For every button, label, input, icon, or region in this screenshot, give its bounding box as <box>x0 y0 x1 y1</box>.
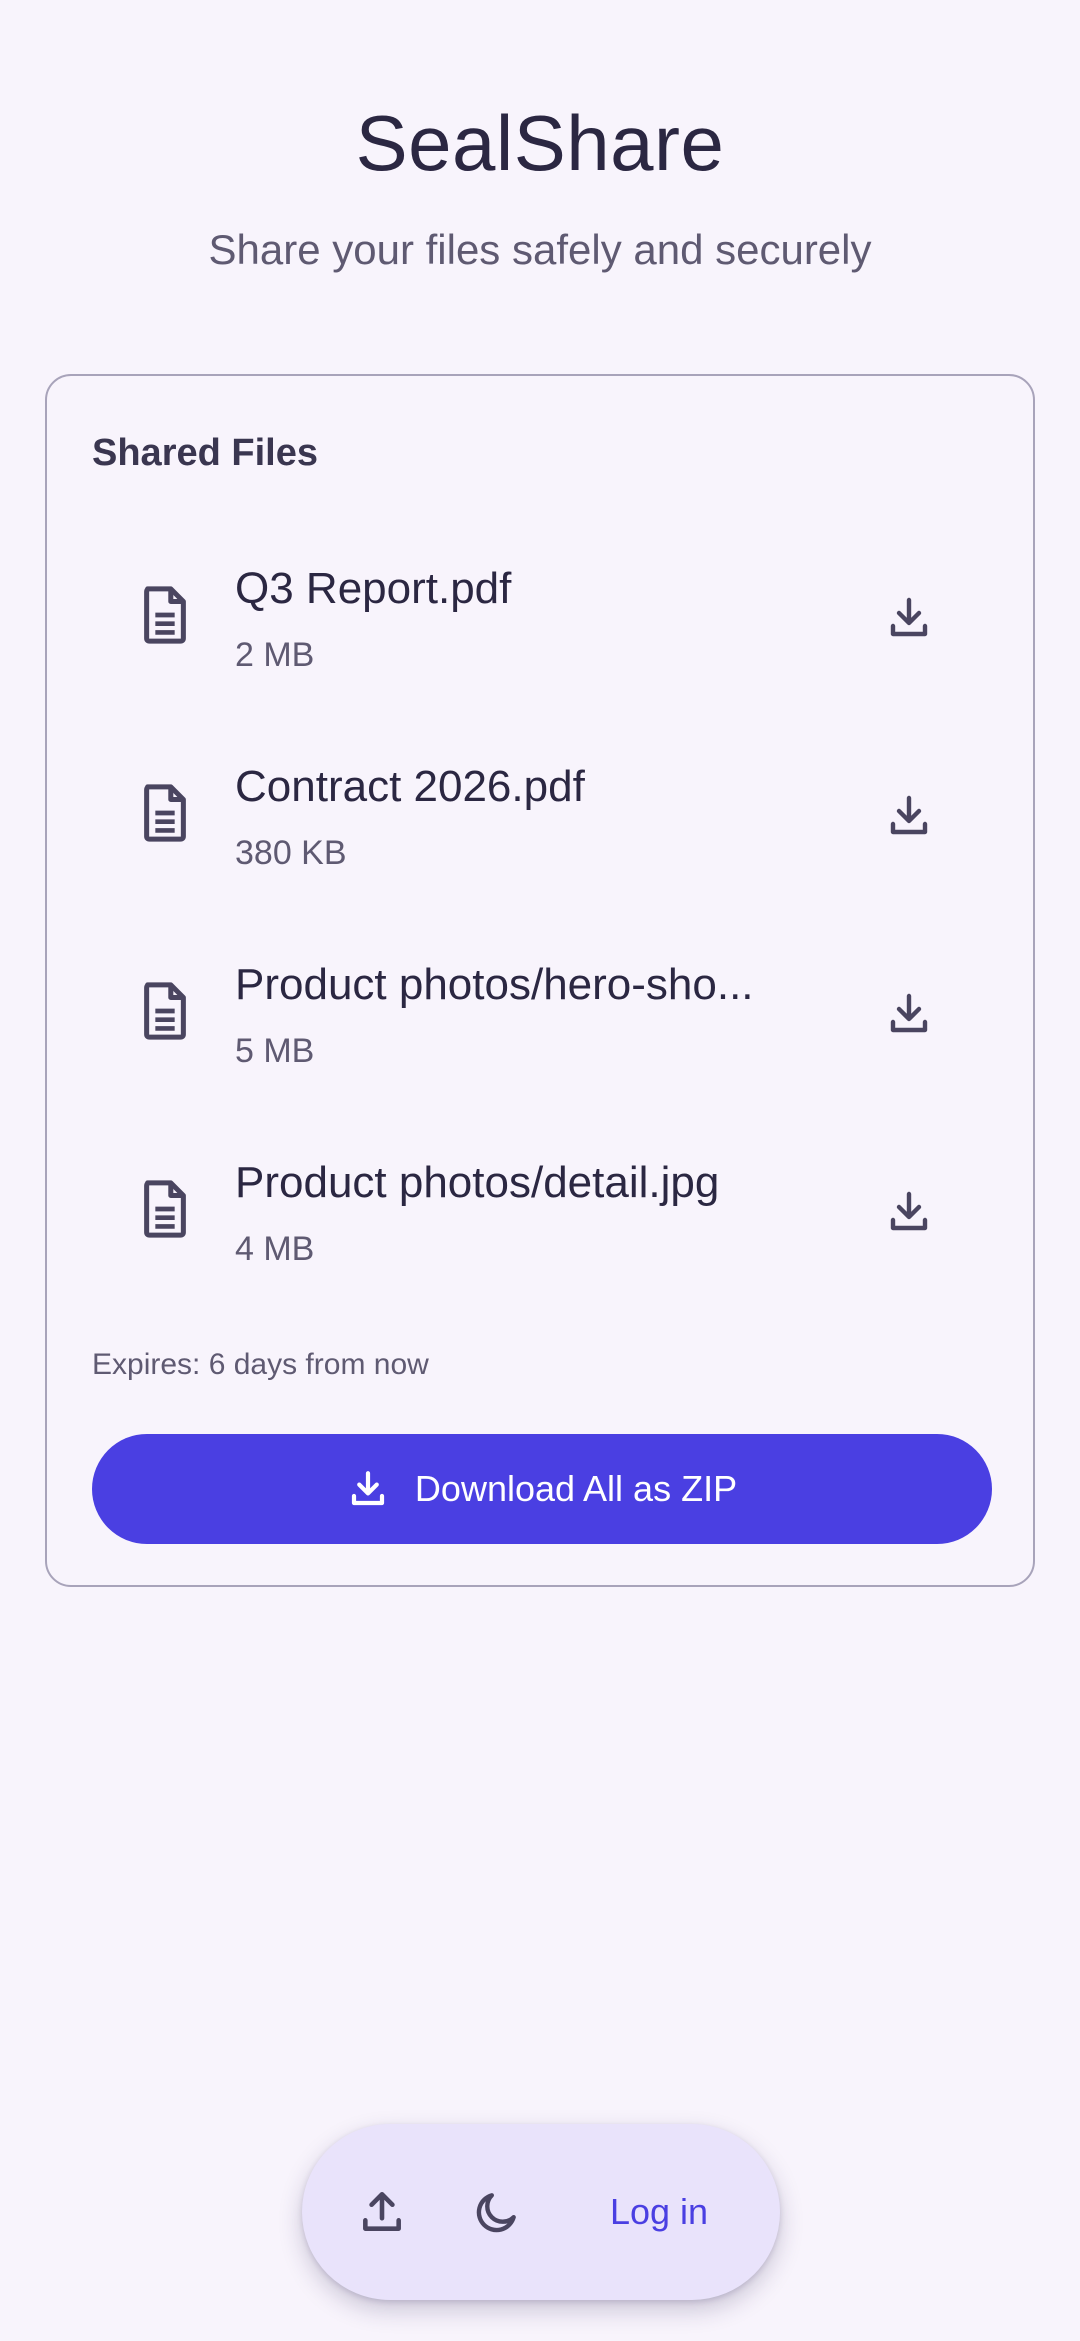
download-icon <box>890 1191 928 1231</box>
download-icon <box>890 795 928 835</box>
file-size: 4 MB <box>235 1230 315 1268</box>
download-file-button[interactable] <box>869 974 949 1054</box>
file-size: 2 MB <box>235 636 315 674</box>
download-icon <box>890 993 928 1033</box>
download-file-button[interactable] <box>869 1172 949 1252</box>
document-icon <box>144 982 186 1040</box>
login-button[interactable]: Log in <box>584 2182 734 2242</box>
download-all-label: Download All as ZIP <box>414 1468 738 1509</box>
card-title: Shared Files <box>92 432 318 474</box>
download-file-button[interactable] <box>869 578 949 658</box>
expiry-note: Expires: 6 days from now <box>92 1348 429 1381</box>
app-subtitle: Share your files safely and securely <box>208 226 872 273</box>
upload-icon <box>363 2192 401 2231</box>
download-icon <box>351 1471 385 1506</box>
download-icon <box>890 597 928 637</box>
file-name: Q3 Report.pdf <box>235 564 512 613</box>
file-name: Product photos/detail.jpg <box>235 1158 720 1207</box>
download-file-button[interactable] <box>869 776 949 856</box>
document-icon <box>144 1180 186 1238</box>
file-name: Product photos/hero-sho... <box>235 960 754 1009</box>
theme-toggle-button[interactable] <box>457 2172 537 2252</box>
file-size: 5 MB <box>235 1032 315 1070</box>
file-size: 380 KB <box>235 834 347 872</box>
shared-files-card: Shared Files Q3 Report.pdf 2 MB Contract… <box>45 374 1035 1587</box>
document-icon <box>144 586 186 644</box>
file-row[interactable]: Product photos/hero-sho... 5 MB <box>47 922 1033 1120</box>
download-all-zip-button[interactable]: Download All as ZIP <box>92 1434 992 1544</box>
file-row[interactable]: Q3 Report.pdf 2 MB <box>47 526 1033 724</box>
app-title: SealShare <box>355 99 725 187</box>
share-page: SealShare Share your files safely and se… <box>0 0 1080 2341</box>
moon-icon <box>476 2193 516 2233</box>
bottom-toolbar: Log in <box>302 2124 780 2300</box>
file-name: Contract 2026.pdf <box>235 762 585 811</box>
document-icon <box>144 784 186 842</box>
file-row[interactable]: Product photos/detail.jpg 4 MB <box>47 1120 1033 1318</box>
upload-button[interactable] <box>342 2172 422 2252</box>
file-row[interactable]: Contract 2026.pdf 380 KB <box>47 724 1033 922</box>
